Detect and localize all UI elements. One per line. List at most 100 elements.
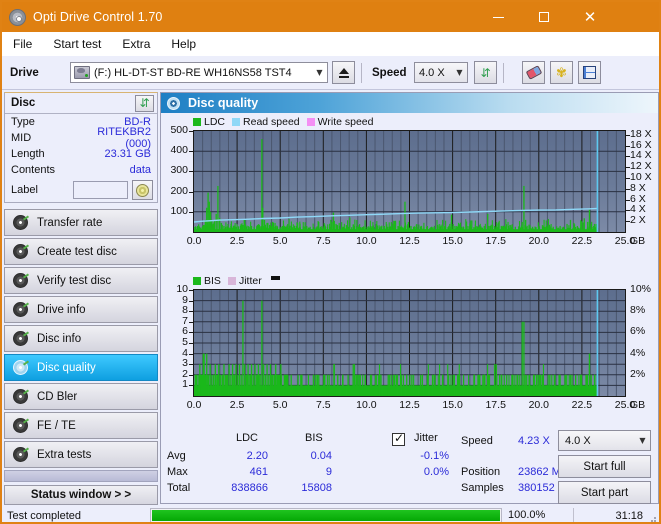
x-tick-label: 22.5 <box>571 235 593 247</box>
test-speed-value: 4.0 X <box>565 434 591 447</box>
stats-row-total: Total <box>167 482 191 494</box>
test-speed-select[interactable]: 4.0 X ▼ <box>558 430 651 451</box>
disc-icon <box>13 447 28 462</box>
menu-item-start-test[interactable]: Start test <box>49 35 111 54</box>
y-tick-label: 300 <box>170 164 188 177</box>
refresh-button[interactable]: ⇵ <box>474 61 497 84</box>
disc-panel-header: Disc ⇵ <box>5 93 157 114</box>
sidebar-item-verify-test-disc[interactable]: Verify test disc <box>4 267 158 294</box>
sidebar: Disc ⇵ Type BD-R MID RITEKBR2 (000) Leng… <box>4 92 158 505</box>
x-tick-label: 2.5 <box>229 235 245 247</box>
eraser-icon <box>525 65 542 80</box>
progress-bar <box>150 508 502 522</box>
legend-item-read-speed: Read speed <box>232 116 300 128</box>
menu-bar: File Start test Extra Help <box>2 32 659 56</box>
save-button[interactable] <box>578 61 601 84</box>
disc-info-panel: Disc ⇵ Type BD-R MID RITEKBR2 (000) Leng… <box>4 92 158 203</box>
close-icon[interactable]: ✕ <box>567 2 613 32</box>
y-tick-label: 6 <box>182 325 188 338</box>
x-tick-label: 10.0 <box>356 399 377 411</box>
legend-label: Jitter <box>238 275 262 287</box>
disc-icon <box>13 418 28 433</box>
x-tick-label: 0.0 <box>186 399 202 411</box>
chart2-plot-area <box>193 289 626 397</box>
sidebar-item-label: FE / TE <box>37 419 76 432</box>
drive-select[interactable]: (F:) HL-DT-ST BD-RE WH16NS58 TST4 ▼ <box>70 62 328 83</box>
sidebar-item-fe-te[interactable]: FE / TE <box>4 412 158 439</box>
y-tick-label: 4 <box>182 346 188 359</box>
status-window-button[interactable]: Status window > > <box>4 485 158 505</box>
content-header: Disc quality <box>161 93 658 113</box>
chart1-svg <box>194 131 625 232</box>
legend-item-write-speed: Write speed <box>306 116 374 128</box>
sidebar-item-create-test-disc[interactable]: Create test disc <box>4 238 158 265</box>
disc-icon <box>167 96 180 110</box>
y-tick-mark <box>189 191 193 193</box>
y2-tick-mark <box>626 188 630 190</box>
sidebar-item-disc-info[interactable]: Disc info <box>4 325 158 352</box>
chart2-svg <box>194 290 625 396</box>
minimize-button[interactable] <box>475 2 521 32</box>
y2-tick-label: 12 X <box>630 160 652 173</box>
y2-tick-label: 8% <box>630 304 646 317</box>
menu-item-file[interactable]: File <box>9 35 42 54</box>
sidebar-item-disc-quality[interactable]: Disc quality <box>4 354 158 381</box>
resize-grip[interactable] <box>647 513 657 522</box>
disc-label-input[interactable] <box>73 181 128 199</box>
x-tick-label: 5.0 <box>272 235 288 247</box>
stats-row-max: Max <box>167 466 188 478</box>
jitter-checkbox[interactable] <box>392 431 405 446</box>
start-part-button[interactable]: Start part <box>558 481 651 504</box>
title-bar: Opti Drive Control 1.70 ✕ <box>2 2 659 32</box>
tools-button[interactable]: ✾ <box>550 61 573 84</box>
y2-tick-mark <box>626 210 630 212</box>
legend-item-bis: BIS <box>193 275 221 287</box>
y-tick-mark <box>189 332 193 334</box>
drive-icon <box>74 66 90 79</box>
speed-select[interactable]: 4.0 X ▼ <box>414 62 468 83</box>
legend-swatch <box>227 277 236 285</box>
y2-tick-label: 10 X <box>630 170 652 183</box>
y-tick-mark <box>189 290 193 291</box>
sidebar-item-extra-tests[interactable]: Extra tests <box>4 441 158 468</box>
menu-item-extra[interactable]: Extra <box>118 35 160 54</box>
sidebar-item-drive-info[interactable]: Drive info <box>4 296 158 323</box>
disc-label-row: Label <box>5 178 157 202</box>
x-tick-label: 15.0 <box>442 399 463 411</box>
ldc-avg-value: 2.20 <box>246 450 268 462</box>
y2-tick-mark <box>626 156 630 158</box>
x-tick-label: 10.0 <box>356 235 377 247</box>
y2-tick-mark <box>626 167 630 169</box>
legend-label: BIS <box>204 275 221 287</box>
disc-refresh-button[interactable]: ⇵ <box>135 94 154 112</box>
y-tick-mark <box>189 353 193 355</box>
ldc-total-value: 838866 <box>231 482 268 494</box>
samples-stat-label: Samples <box>461 482 504 494</box>
disc-row-contents: Contents data <box>5 162 157 178</box>
speed-stat-value: 4.23 X <box>518 435 550 447</box>
maximize-button[interactable] <box>521 2 567 32</box>
sidebar-item-label: Transfer rate <box>37 216 103 229</box>
start-full-button[interactable]: Start full <box>558 455 651 478</box>
sidebar-item-cd-bler[interactable]: CD Bler <box>4 383 158 410</box>
sidebar-item-transfer-rate[interactable]: Transfer rate <box>4 209 158 236</box>
jitter-max-value: 0.0% <box>423 466 449 478</box>
x-tick-label: 20.0 <box>528 399 550 411</box>
menu-item-help[interactable]: Help <box>167 35 206 54</box>
content-panel: Disc quality LDC Read speed Write speed <box>160 92 659 504</box>
eject-icon <box>338 67 349 78</box>
erase-button[interactable] <box>522 61 545 84</box>
y-tick-label: 2 <box>182 367 188 380</box>
eject-button[interactable] <box>332 61 355 84</box>
progress-percent: 100.0% <box>504 508 574 522</box>
sidebar-item-label: Disc info <box>37 332 82 345</box>
sidebar-spacer <box>4 470 158 482</box>
disc-label-apply-button[interactable] <box>132 180 153 200</box>
drive-label: Drive <box>10 66 39 79</box>
disc-row-value: 23.31 GB <box>104 148 151 160</box>
legend-swatch <box>193 118 201 126</box>
y2-tick-label: 8 X <box>630 181 646 194</box>
x-axis-unit: GB <box>630 399 646 411</box>
legend-marker-black <box>270 275 280 280</box>
status-bar: Test completed 100.0% 31:18 <box>4 507 659 522</box>
